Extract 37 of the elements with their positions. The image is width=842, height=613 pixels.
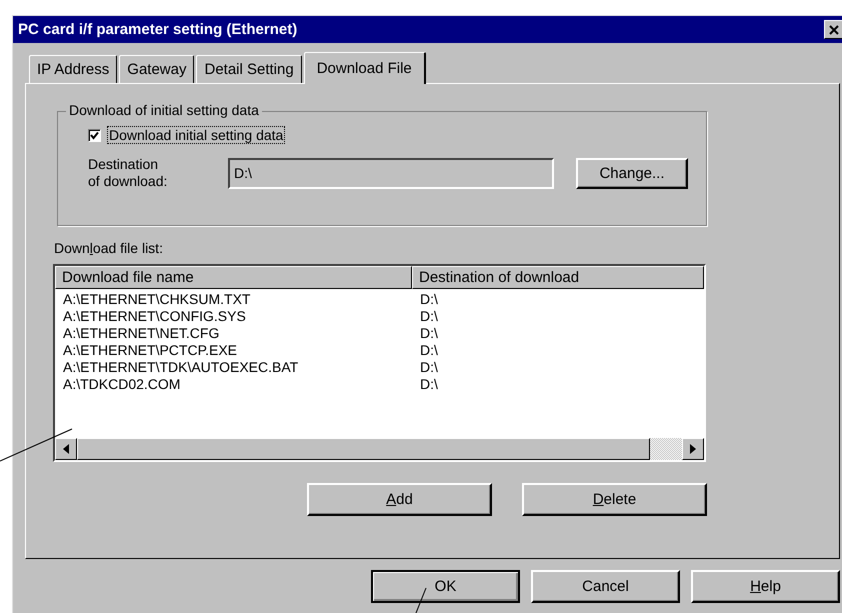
column-header[interactable]: Download file name <box>55 266 412 289</box>
list-cell-text: D:\ <box>419 308 438 325</box>
scroll-right-icon[interactable] <box>682 438 704 460</box>
window-title: PC card i/f parameter setting (Ethernet) <box>18 21 298 38</box>
destination-label: Destination of download: <box>88 156 168 190</box>
change-button[interactable]: Change... <box>576 158 688 188</box>
list-cell-text: A:\ETHERNET\CONFIG.SYS <box>62 308 247 325</box>
list-cell-text: D:\ <box>419 325 438 342</box>
tab[interactable]: Gateway <box>119 55 194 83</box>
list-button[interactable]: Delete <box>522 483 707 516</box>
list-label: Download file list: <box>54 240 164 256</box>
list-cell-text: D:\ <box>419 342 438 359</box>
destination-field[interactable]: D:\ <box>228 158 554 188</box>
list-cell-text: D:\ <box>419 291 438 308</box>
dialog-button[interactable]: OK <box>371 570 520 603</box>
scroll-left-icon[interactable] <box>55 438 77 460</box>
column-header[interactable]: Destination of download <box>412 266 704 289</box>
dialog-button[interactable]: Help <box>691 570 840 603</box>
close-icon <box>829 24 839 34</box>
list-cell-text: A:\ETHERNET\NET.CFG <box>62 325 220 342</box>
tab[interactable]: IP Address <box>29 55 118 83</box>
close-button[interactable] <box>824 20 842 39</box>
file-list[interactable]: Download file name Destination of download A:\ETHERNET\CHKSUM.TXT D:\ A:\ETHERNET\CONFIG.SYS D:\ A:\ETHERNET\NET.CFG D:\ A:\ETHERNET\PCTCP.EXE D:\ A:\ETHERNET\TDK\AUTOEXEC.BAT D:\ A:\TDKCD02.COM D:\ <box>53 264 706 462</box>
list-cell-text: D:\ <box>419 376 438 393</box>
list-cell-text: A:\ETHERNET\CHKSUM.TXT <box>62 291 252 308</box>
checkbox[interactable] <box>88 128 101 142</box>
list-cell-text: A:\TDKCD02.COM <box>62 376 182 393</box>
dialog-button[interactable]: Cancel <box>531 570 680 603</box>
list-cell-text: A:\ETHERNET\TDK\AUTOEXEC.BAT <box>62 359 300 376</box>
list-button[interactable]: Add <box>307 483 492 516</box>
leader-line <box>416 588 426 613</box>
group-title: Download of initial setting data <box>66 102 262 118</box>
list-cell-text: A:\ETHERNET\PCTCP.EXE <box>62 342 238 359</box>
tab[interactable]: Download File <box>304 52 426 84</box>
list-cell-text: D:\ <box>419 359 438 376</box>
checkbox-label[interactable]: Download initial setting data <box>107 126 286 144</box>
tab[interactable]: Detail Setting <box>196 55 302 83</box>
